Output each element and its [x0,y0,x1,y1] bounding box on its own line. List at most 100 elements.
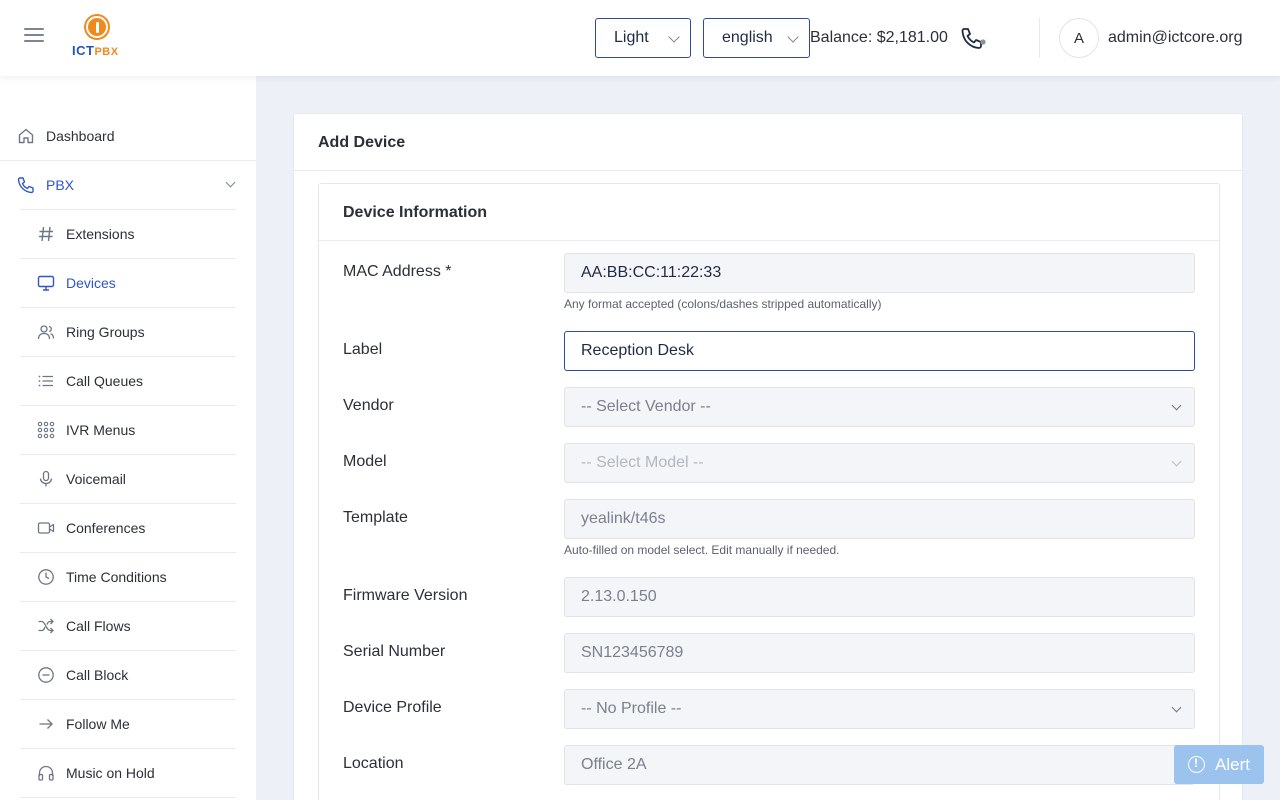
sidebar-item-time-conditions[interactable]: Time Conditions [36,552,236,601]
section-title: Device Information [343,204,488,221]
balance-display: Balance: $2,181.00 [810,29,948,46]
model-select-value: -- Select Model -- [581,454,704,471]
vendor-select-value: -- Select Vendor -- [581,398,711,415]
alert-button[interactable]: Alert [1174,745,1264,784]
firmware-version-input[interactable]: 2.13.0.150 [564,577,1195,617]
sidebar-item-label: Call Queues [66,372,144,389]
sidebar-item-ring-groups[interactable]: Ring Groups [36,307,236,356]
chevron-down-icon [225,177,236,188]
arrow-right-icon [36,714,56,734]
logo-text: ICTPBX [72,43,119,58]
sidebar-item-label: Devices [66,274,116,291]
top-header: ICTPBX Light english Balance: $2,181.00 … [0,0,1280,76]
sidebar-item-label: IVR Menus [66,421,136,438]
firmware-version-value: 2.13.0.150 [581,588,657,605]
sidebar-item-label: Dashboard [46,127,115,144]
device-profile-select[interactable]: -- No Profile -- [564,689,1195,729]
chevron-down-icon [1171,456,1182,467]
sidebar-item-dashboard[interactable]: Dashboard [16,111,256,160]
alert-circle-icon [1188,756,1206,773]
sidebar-item-call-queues[interactable]: Call Queues [36,356,236,405]
template-label: Template [343,509,408,526]
monitor-icon [36,273,56,293]
add-device-card: Add Device Device Information MAC Addres… [293,113,1243,800]
sidebar-item-voicemail[interactable]: Voicemail [36,454,236,503]
user-email[interactable]: admin@ictcore.org [1108,29,1243,47]
firmware-version-label: Firmware Version [343,587,468,604]
language-select[interactable]: english [703,18,810,58]
sidebar-item-follow-me[interactable]: Follow Me [36,699,236,748]
users-icon [36,322,56,342]
model-select[interactable]: -- Select Model -- [564,443,1195,483]
microphone-icon [36,469,56,489]
sidebar-item-label: Extensions [66,225,135,242]
sidebar-item-label: Conferences [66,519,146,536]
label-field-label: Label [343,341,383,358]
headphones-icon [36,763,56,783]
menu-toggle-icon[interactable] [24,28,44,46]
theme-select[interactable]: Light [595,18,691,58]
sidebar-item-label: PBX [46,176,75,193]
serial-number-input[interactable]: SN123456789 [564,633,1195,673]
mac-address-value: AA:BB:CC:11:22:33 [581,264,722,281]
chevron-down-icon [1171,400,1182,411]
label-input-value: Reception Desk [581,342,694,359]
vendor-label: Vendor [343,397,394,414]
avatar[interactable]: A [1059,18,1099,58]
location-input[interactable]: Office 2A [564,745,1195,785]
template-input[interactable]: yealink/t46s [564,499,1195,539]
chevron-down-icon [1171,702,1182,713]
sidebar-item-devices[interactable]: Devices [36,258,236,307]
card-divider [294,170,1242,171]
sidebar-item-label: Voicemail [66,470,126,487]
section-divider [319,240,1219,241]
device-profile-value: -- No Profile -- [581,700,682,717]
chevron-down-icon [787,31,799,43]
theme-select-value: Light [614,29,649,46]
sidebar-item-call-block[interactable]: Call Block [36,650,236,699]
device-profile-label: Device Profile [343,699,442,716]
serial-number-value: SN123456789 [581,644,684,661]
sidebar-item-conferences[interactable]: Conferences [36,503,236,552]
language-select-value: english [722,29,773,46]
template-help: Auto-filled on model select. Edit manual… [564,543,840,557]
sidebar-item-label: Follow Me [66,715,130,732]
vendor-select[interactable]: -- Select Vendor -- [564,387,1195,427]
sidebar-item-label: Call Block [66,666,129,683]
mac-address-input[interactable]: AA:BB:CC:11:22:33 [564,253,1195,293]
sidebar-divider [20,797,236,798]
sidebar-item-label: Music on Hold [66,764,155,781]
home-icon [16,126,36,146]
phone-icon [16,175,36,195]
block-icon [36,665,56,685]
mac-address-label: MAC Address * [343,263,452,280]
model-label: Model [343,453,387,470]
label-input[interactable]: Reception Desk [564,331,1195,371]
alert-button-label: Alert [1215,754,1250,774]
list-icon [36,371,56,391]
logo-mark-icon [86,16,108,38]
location-value: Office 2A [581,756,647,773]
sidebar-item-music-on-hold[interactable]: Music on Hold [36,748,236,797]
sidebar-item-label: Time Conditions [66,568,167,585]
header-divider [1039,18,1040,58]
sidebar-item-call-flows[interactable]: Call Flows [36,601,236,650]
sidebar-item-extensions[interactable]: Extensions [36,209,236,258]
shuffle-icon [36,616,56,636]
app-logo[interactable]: ICTPBX [72,16,126,60]
template-input-value: yealink/t46s [581,510,666,527]
sidebar: Dashboard PBX Extensions Devices Ring Gr… [0,76,256,800]
sidebar-item-label: Ring Groups [66,323,145,340]
clock-icon [36,567,56,587]
video-icon [36,518,56,538]
page-title: Add Device [318,134,406,151]
sidebar-item-pbx[interactable]: PBX [16,160,256,209]
serial-number-label: Serial Number [343,643,446,660]
phone-status-icon[interactable] [960,26,988,50]
mac-address-help: Any format accepted (colons/dashes strip… [564,297,882,311]
sidebar-item-label: Call Flows [66,617,131,634]
device-information-section: Device Information MAC Address * AA:BB:C… [318,183,1220,800]
hash-icon [36,224,56,244]
sidebar-item-ivr-menus[interactable]: IVR Menus [36,405,236,454]
location-label: Location [343,755,404,772]
